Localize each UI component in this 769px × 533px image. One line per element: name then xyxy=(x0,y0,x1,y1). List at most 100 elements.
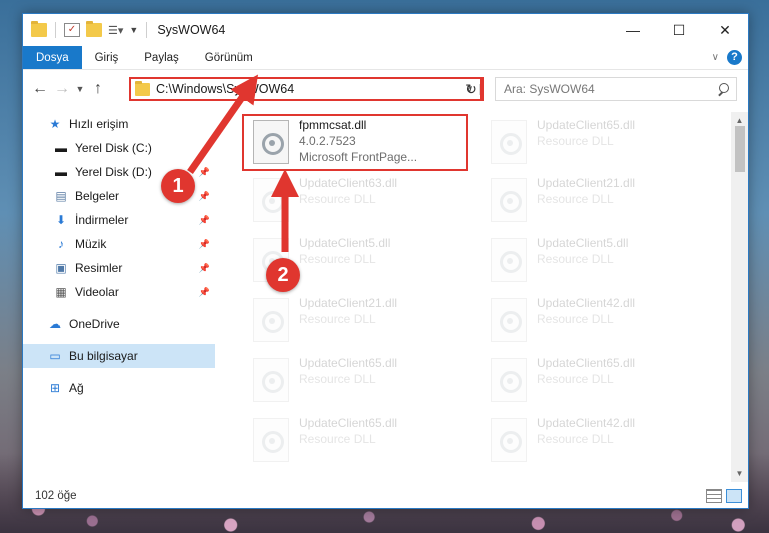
file-item[interactable]: UpdateClient21.dll Resource DLL xyxy=(245,294,471,350)
search-icon[interactable] xyxy=(717,83,729,95)
tab-gorunum[interactable]: Görünüm xyxy=(192,46,266,69)
refresh-button[interactable]: ↻ xyxy=(460,77,484,101)
nav-item-onedrive[interactable]: ☁ OneDrive xyxy=(23,312,215,336)
nav-item-music[interactable]: ♪ Müzik 📌 xyxy=(23,232,215,256)
properties-icon[interactable]: ✓ xyxy=(64,23,80,37)
recent-locations-icon[interactable]: ▼ xyxy=(73,84,87,94)
tab-paylas[interactable]: Paylaş xyxy=(131,46,192,69)
navigation-pane: ★ Hızlı erişim ▬ Yerel Disk (C:) ▬ Yerel… xyxy=(23,112,215,482)
file-item[interactable]: UpdateClient65.dll Resource DLL xyxy=(483,354,709,410)
file-item[interactable]: UpdateClient42.dll Resource DLL xyxy=(483,294,709,350)
nav-item-downloads[interactable]: ⬇ İndirmeler 📌 xyxy=(23,208,215,232)
search-input[interactable]: Ara: SysWOW64 xyxy=(495,77,737,101)
nav-item-label: Ağ xyxy=(69,381,84,395)
file-meta: UpdateClient65.dll Resource DLL xyxy=(299,354,397,386)
pin-icon[interactable]: 📌 xyxy=(199,287,210,298)
file-item[interactable]: UpdateClient65.dll Resource DLL xyxy=(245,414,471,470)
nav-item-quick-access[interactable]: ★ Hızlı erişim xyxy=(23,112,215,136)
customize-toolbar-icon[interactable]: ☰▾ xyxy=(108,24,123,37)
toolbar-divider xyxy=(146,22,148,38)
file-description: Resource DLL xyxy=(537,432,614,446)
step-badge-2: 2 xyxy=(266,258,300,292)
file-highlight-box xyxy=(242,114,468,171)
pin-icon[interactable]: 📌 xyxy=(199,191,210,202)
dll-file-icon xyxy=(253,178,289,222)
window-title: SysWOW64 xyxy=(157,23,226,37)
drive-icon: ▬ xyxy=(55,165,67,179)
file-name: UpdateClient63.dll xyxy=(299,176,398,190)
nav-item-label: OneDrive xyxy=(69,317,120,331)
file-name: UpdateClient65.dll xyxy=(537,356,636,370)
file-item[interactable]: UpdateClient65.dll Resource DLL xyxy=(483,116,709,172)
details-view-icon[interactable] xyxy=(706,489,722,503)
file-item[interactable]: UpdateClient63.dll Resource DLL xyxy=(245,174,471,230)
scrollbar-thumb[interactable] xyxy=(735,126,745,172)
file-item[interactable]: UpdateClient21.dll Resource DLL xyxy=(483,174,709,230)
documents-icon: ▤ xyxy=(55,189,67,203)
file-description: Resource DLL xyxy=(537,312,614,326)
back-arrow-icon[interactable]: ← xyxy=(29,80,51,98)
help-icon[interactable]: ? xyxy=(727,50,742,65)
file-name: UpdateClient21.dll xyxy=(537,176,636,190)
nav-item-disk-c[interactable]: ▬ Yerel Disk (C:) xyxy=(23,136,215,160)
file-description: Resource DLL xyxy=(537,372,614,386)
nav-item-this-pc[interactable]: ▭ Bu bilgisayar xyxy=(23,344,215,368)
window-controls: — ☐ ✕ xyxy=(610,14,748,46)
file-item[interactable]: UpdateClient5.dll Resource DLL xyxy=(483,234,709,290)
star-icon: ★ xyxy=(49,117,61,131)
file-item[interactable]: UpdateClient42.dll Resource DLL xyxy=(483,414,709,470)
scroll-down-icon[interactable]: ▼ xyxy=(731,465,748,482)
folder-icon xyxy=(135,80,150,96)
pin-icon[interactable]: 📌 xyxy=(199,239,210,250)
nav-item-videos[interactable]: ▦ Videolar 📌 xyxy=(23,280,215,304)
pin-icon[interactable]: 📌 xyxy=(199,263,210,274)
vertical-scrollbar[interactable]: ▲ ▼ xyxy=(731,112,748,482)
file-item[interactable]: UpdateClient65.dll Resource DLL xyxy=(245,354,471,410)
nav-item-pictures[interactable]: ▣ Resimler 📌 xyxy=(23,256,215,280)
pin-icon[interactable]: 📌 xyxy=(199,215,210,226)
new-folder-icon[interactable] xyxy=(86,21,102,37)
forward-arrow-icon[interactable]: → xyxy=(51,80,73,98)
step-badge-1: 1 xyxy=(161,169,195,203)
file-meta: UpdateClient63.dll Resource DLL xyxy=(299,174,397,206)
chevron-down-icon[interactable]: ▼ xyxy=(129,25,138,35)
close-button[interactable]: ✕ xyxy=(702,14,748,46)
dll-file-icon xyxy=(253,358,289,402)
expand-ribbon-icon[interactable]: ∨ xyxy=(712,52,719,63)
nav-item-label: Yerel Disk (C:) xyxy=(75,141,152,155)
file-description: Resource DLL xyxy=(299,192,376,206)
folder-icon[interactable] xyxy=(31,21,47,37)
nav-item-label: Resimler xyxy=(75,261,123,275)
file-meta: UpdateClient65.dll Resource DLL xyxy=(299,414,397,446)
nav-item-label: Hızlı erişim xyxy=(69,117,129,131)
file-meta: UpdateClient42.dll Resource DLL xyxy=(537,294,635,326)
address-bar[interactable]: C:\Windows\SysWOW64 ∨ xyxy=(129,77,482,101)
file-name: UpdateClient5.dll xyxy=(537,236,629,250)
up-arrow-icon[interactable]: ↑ xyxy=(87,80,109,98)
file-name: UpdateClient42.dll xyxy=(537,416,636,430)
file-meta: UpdateClient42.dll Resource DLL xyxy=(537,414,635,446)
music-icon: ♪ xyxy=(58,237,64,251)
download-icon: ⬇ xyxy=(55,213,67,227)
tiles-view-icon[interactable] xyxy=(726,489,742,503)
toolbar-divider xyxy=(55,22,56,38)
file-meta: UpdateClient21.dll Resource DLL xyxy=(299,294,397,326)
nav-item-network[interactable]: ⊞ Ağ xyxy=(23,376,215,400)
file-description: Resource DLL xyxy=(537,134,614,148)
search-placeholder: Ara: SysWOW64 xyxy=(504,82,595,96)
minimize-button[interactable]: — xyxy=(610,14,656,46)
nav-item-label: Belgeler xyxy=(75,189,120,203)
address-path[interactable]: C:\Windows\SysWOW64 xyxy=(156,82,294,96)
file-description: Resource DLL xyxy=(537,252,614,266)
dll-file-icon xyxy=(491,418,527,462)
tab-giris[interactable]: Giriş xyxy=(82,46,132,69)
maximize-button[interactable]: ☐ xyxy=(656,14,702,46)
pin-icon[interactable]: 📌 xyxy=(199,167,210,178)
tab-dosya[interactable]: Dosya xyxy=(23,46,82,69)
dll-file-icon xyxy=(491,238,527,282)
quick-access-toolbar: ✓ ☰▾ ▼ xyxy=(23,21,149,38)
file-explorer-window: ✓ ☰▾ ▼ SysWOW64 — ☐ ✕ Dosya Giriş Paylaş… xyxy=(22,13,749,509)
file-description: Resource DLL xyxy=(299,432,376,446)
file-meta: UpdateClient21.dll Resource DLL xyxy=(537,174,635,206)
nav-item-label: İndirmeler xyxy=(75,213,129,227)
